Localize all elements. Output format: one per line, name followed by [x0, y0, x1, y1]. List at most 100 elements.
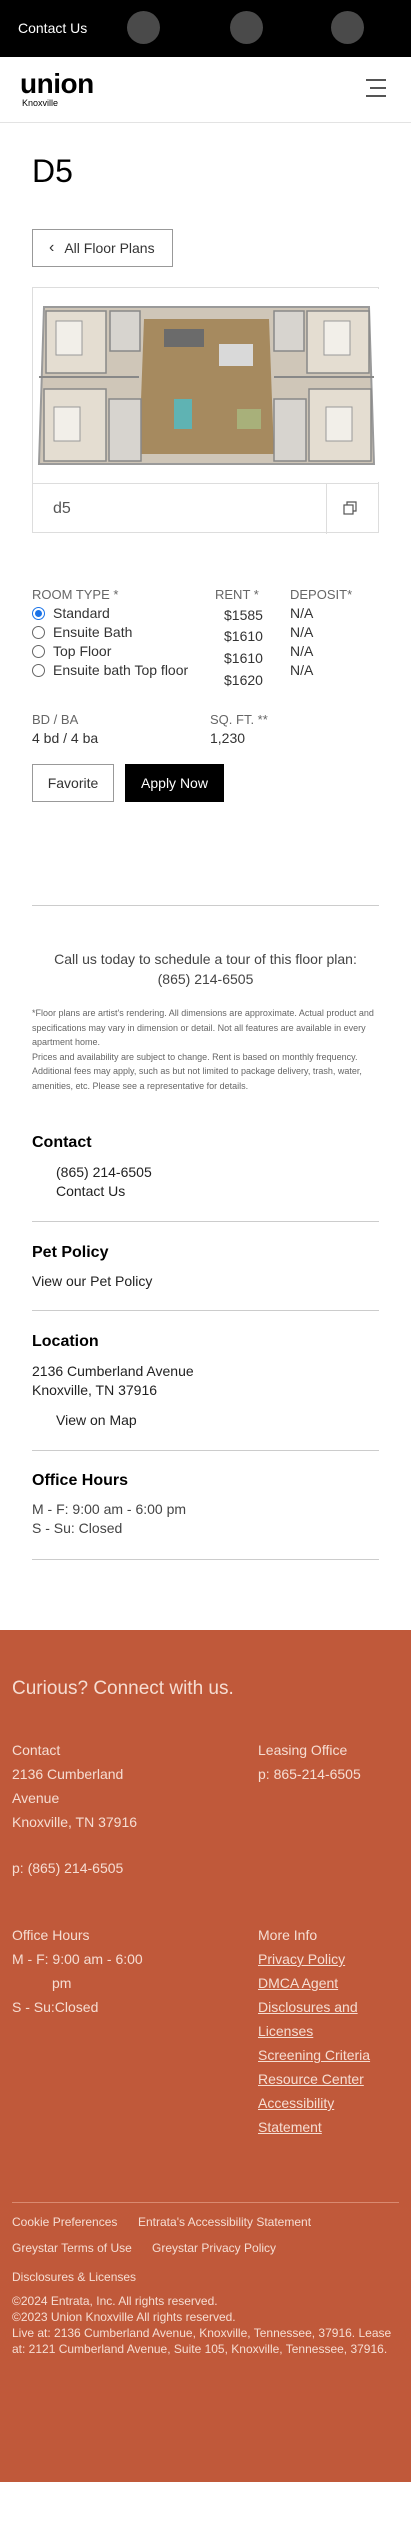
divider [32, 1559, 379, 1560]
rent-header: RENT * [215, 587, 259, 602]
disclaimer-floorplan: *Floor plans are artist's rendering. All… [32, 1008, 374, 1047]
footer-more-title: More Info [258, 1927, 318, 1943]
footer-phone[interactable]: p: (865) 214-6505 [12, 1856, 123, 1880]
location-title: Location [32, 1333, 99, 1350]
footer-headline: Curious? Connect with us. [12, 1678, 234, 1699]
rent-value: $1620 [224, 672, 263, 688]
footer-street: Avenue [12, 1790, 60, 1806]
footer-hours: Office Hours M - F: 9:00 am - 6:00 pm S … [12, 1923, 143, 2019]
hours-weekend: S - Su: Closed [32, 1520, 123, 1536]
accessibility-link-cont[interactable]: Statement [258, 2115, 370, 2139]
disclaimer-pricing: Prices and availability are subject to c… [32, 1051, 362, 1091]
sqft-value: 1,230 [210, 730, 246, 746]
contact-phone[interactable]: (865) 214-6505 [56, 1164, 152, 1180]
footer-street: 2136 Cumberland [12, 1766, 124, 1782]
schedule-tour-text: Call us today to schedule a tour of this… [32, 949, 379, 989]
footer-leasing-phone[interactable]: p: 865-214-6505 [258, 1762, 361, 1786]
back-label: All Floor Plans [64, 240, 155, 256]
room-type-header: ROOM TYPE * [32, 587, 119, 602]
apply-now-button[interactable]: Apply Now [125, 764, 224, 802]
resource-center-link[interactable]: Resource Center [258, 2067, 370, 2091]
pet-policy-link[interactable]: View our Pet Policy [32, 1273, 152, 1289]
floor-plan-card: d5 [32, 287, 379, 534]
rent-value: $1610 [224, 628, 263, 644]
deposit-value: N/A [290, 662, 314, 678]
top-contact-link[interactable]: Contact Us [18, 20, 87, 36]
disclosures-licenses-link[interactable]: Disclosures & Licenses [12, 2270, 136, 2284]
hamburger-menu-icon[interactable] [366, 76, 386, 100]
disclosures-link-cont[interactable]: Licenses [258, 2019, 370, 2043]
office-hours-title: Office Hours [32, 1472, 129, 1489]
dmca-agent-link[interactable]: DMCA Agent [258, 1971, 370, 1995]
footer-hours-title: Office Hours [12, 1927, 90, 1943]
divider [32, 1310, 379, 1311]
hours-weekday: M - F: 9:00 am - 6:00 pm [32, 1501, 187, 1517]
deposit-value: N/A [290, 643, 314, 659]
rent-value: $1585 [224, 607, 263, 623]
expand-icon[interactable] [343, 501, 357, 515]
favorite-button[interactable]: Favorite [32, 764, 114, 802]
location-city: Knoxville, TN 37916 [32, 1382, 158, 1398]
disclaimer: *Floor plans are artist's rendering. All… [32, 1006, 379, 1093]
pet-policy-title: Pet Policy [32, 1244, 109, 1261]
footer-hours-weekend: S - Su:Closed [12, 1999, 99, 2015]
footer-leasing: Leasing Office p: 865-214-6505 [258, 1738, 361, 1786]
social-icon[interactable] [331, 11, 364, 44]
greystar-terms-link[interactable]: Greystar Terms of Use [12, 2241, 132, 2255]
room-type-label: Ensuite bath Top floor [53, 662, 189, 678]
divider [32, 1450, 379, 1451]
footer-more-info: More Info Privacy Policy DMCA Agent Disc… [258, 1923, 370, 2139]
rent-value: $1610 [224, 650, 263, 666]
radio-button[interactable] [32, 625, 45, 639]
bdba-label: BD / BA [32, 712, 79, 727]
page-title: D5 [32, 153, 73, 189]
deposit-header: DEPOSIT* [290, 587, 353, 602]
caption-divider [326, 484, 327, 534]
screening-criteria-link[interactable]: Screening Criteria [258, 2043, 370, 2067]
footer-contact: Contact 2136 Cumberland Avenue Knoxville… [12, 1738, 137, 1834]
floor-plan-caption: d5 [33, 483, 378, 534]
contact-us-link[interactable]: Contact Us [56, 1183, 125, 1199]
room-type-option[interactable]: Ensuite bath Top floor [32, 662, 188, 678]
social-icon[interactable] [230, 11, 263, 44]
room-type-label: Top Floor [53, 643, 112, 659]
live-lease-address: Live at: 2136 Cumberland Avenue, Knoxvil… [12, 2326, 392, 2356]
chevron-left-icon: ‹ [49, 239, 55, 256]
contact-title: Contact [32, 1134, 92, 1151]
room-type-option[interactable]: Top Floor [32, 643, 111, 659]
footer-leasing-title: Leasing Office [258, 1742, 348, 1758]
disclosures-link[interactable]: Disclosures and [258, 1995, 370, 2019]
radio-button[interactable] [32, 663, 45, 677]
footer-contact-title: Contact [12, 1742, 61, 1758]
radio-button[interactable] [32, 606, 45, 620]
social-icon[interactable] [127, 11, 160, 44]
room-type-option[interactable]: Standard [32, 605, 110, 621]
site-header: union Knoxville [0, 57, 411, 123]
room-type-label: Standard [53, 605, 110, 621]
all-floor-plans-button[interactable]: ‹ All Floor Plans [32, 229, 173, 267]
cookie-preferences-link[interactable]: Cookie Preferences [12, 2215, 117, 2229]
footer-divider [12, 2202, 399, 2203]
deposit-value: N/A [290, 605, 314, 621]
footer-hours-weekday-cont: pm [52, 1975, 72, 1991]
room-type-label: Ensuite Bath [53, 624, 133, 640]
view-on-map-link[interactable]: View on Map [56, 1412, 137, 1428]
bdba-value: 4 bd / 4 ba [32, 730, 99, 746]
top-bar: Contact Us [0, 0, 411, 57]
privacy-policy-link[interactable]: Privacy Policy [258, 1947, 370, 1971]
schedule-phone[interactable]: (865) 214-6505 [32, 969, 379, 989]
logo-subtitle: Knoxville [22, 98, 59, 108]
room-type-option[interactable]: Ensuite Bath [32, 624, 132, 640]
deposit-value: N/A [290, 624, 314, 640]
footer-hours-weekday: M - F: 9:00 am - 6:00 [12, 1951, 143, 1967]
radio-button[interactable] [32, 644, 45, 658]
schedule-line: Call us today to schedule a tour of this… [54, 951, 357, 967]
floor-plan-image[interactable] [34, 289, 379, 482]
copyright-union: ©2023 Union Knoxville All rights reserve… [12, 2310, 236, 2324]
site-footer: Curious? Connect with us. Contact 2136 C… [0, 1630, 411, 2482]
footer-copyright: ©2024 Entrata, Inc. All rights reserved.… [12, 2293, 402, 2357]
logo[interactable]: union [20, 69, 94, 99]
entrata-accessibility-link[interactable]: Entrata's Accessibility Statement [138, 2215, 311, 2229]
greystar-privacy-link[interactable]: Greystar Privacy Policy [152, 2241, 276, 2255]
accessibility-link[interactable]: Accessibility [258, 2091, 370, 2115]
